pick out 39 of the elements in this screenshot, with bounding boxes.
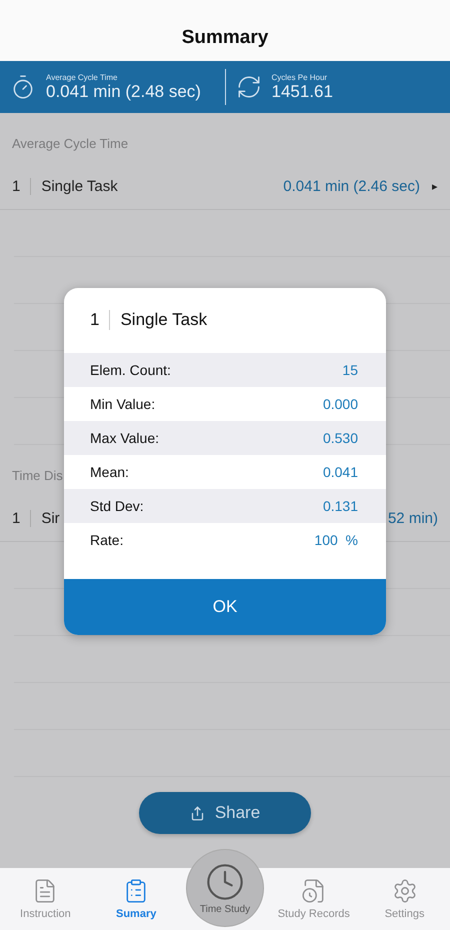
stat-name: Rate:: [90, 532, 124, 548]
stat-name: Std Dev:: [90, 498, 144, 514]
dialog-title: Single Task: [119, 310, 208, 330]
row-index: 1: [12, 178, 32, 194]
stat-number: 0.131: [322, 498, 358, 514]
stat-number: 100 %: [314, 532, 358, 548]
section-label: Time Dis: [12, 468, 63, 483]
disclosure-arrow[interactable]: ▸: [432, 180, 438, 192]
tab[interactable]: Settings: [364, 878, 445, 920]
stat-name: Min Value:: [90, 396, 156, 412]
stat-name: Max Value:: [90, 430, 159, 446]
time-study-tab[interactable]: Time Study: [186, 850, 263, 926]
ok-button[interactable]: OK: [64, 579, 386, 635]
stat-value: 0.041 min (2.48 sec): [46, 82, 201, 102]
dialog-index: 1: [90, 310, 110, 330]
stat-number: 15: [342, 362, 358, 378]
stat-value: 1451.61: [272, 82, 333, 102]
stat-label: Average Cycle Time: [46, 72, 118, 82]
tab[interactable]: Sumary: [96, 878, 176, 920]
settings-icon: [392, 878, 418, 904]
task-name: Single Task: [40, 178, 118, 194]
task-value: 52 min): [388, 510, 438, 526]
stat-label: Cycles Pe Hour: [272, 72, 328, 82]
stat-name: Elem. Count:: [90, 362, 171, 378]
stat-name: Mean:: [90, 464, 129, 480]
refresh-icon: [236, 74, 262, 100]
share-icon: [190, 806, 205, 820]
stat-number: 0.041: [322, 464, 358, 480]
section-label: Average Cycle Time: [12, 136, 128, 151]
tab[interactable]: Instruction: [5, 878, 86, 920]
stat-number: 0.000: [322, 396, 358, 412]
stat-number: 0.530: [322, 430, 358, 446]
page-title: Summary: [182, 27, 268, 49]
task-name: Sir: [40, 510, 60, 526]
tab[interactable]: Study Records: [274, 878, 354, 920]
row-index: 1: [12, 510, 32, 526]
task-value: 0.041 min (2.46 sec): [283, 178, 420, 194]
clock-icon: [204, 862, 245, 902]
share-button[interactable]: Share: [139, 792, 311, 834]
